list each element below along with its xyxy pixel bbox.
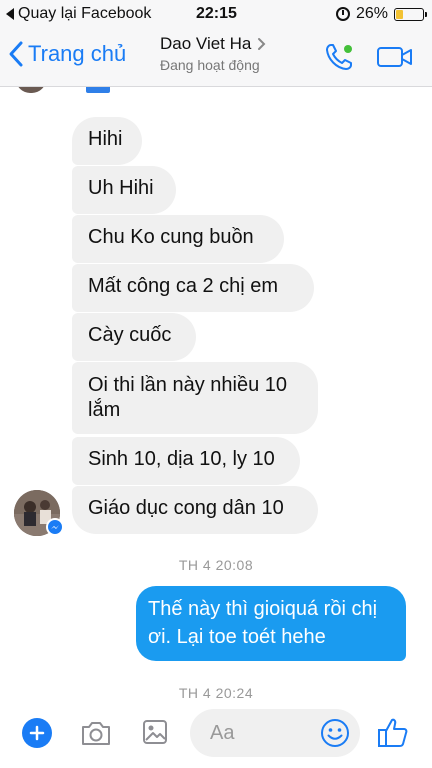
status-indicators: 26% <box>335 5 427 23</box>
chevron-right-icon <box>258 38 266 50</box>
message-bubble-incoming[interactable]: Hihi <box>72 117 142 165</box>
thumbs-up-icon[interactable] <box>376 716 410 750</box>
message-bubble-incoming[interactable]: Uh Hihi <box>72 166 176 214</box>
back-arrow-icon <box>6 8 14 20</box>
status-bar: Quay lại Facebook 22:15 26% <box>0 0 432 28</box>
alarm-icon <box>335 7 350 21</box>
timestamp: TH 4 20:08 <box>178 557 254 573</box>
message-bubble-incoming[interactable]: Sinh 10, dịa 10, ly 10 <box>72 437 300 485</box>
message-bubble-incoming[interactable]: Giáo dục cong dân 10 <box>72 486 318 534</box>
composer-bar: Aa <box>0 700 432 768</box>
message-input-placeholder: Aa <box>210 721 235 744</box>
conversation-header: Trang chủ Dao Viet Ha Đang hoạt động <box>0 28 432 87</box>
avatar-partial <box>16 87 46 93</box>
back-to-app-label: Quay lại Facebook <box>18 5 152 22</box>
message-thread[interactable]: Hihi Uh Hihi Chu Ko cung buồn Mất công c… <box>0 87 432 700</box>
back-button-label: Trang chủ <box>28 41 127 66</box>
message-bubble-incoming[interactable]: Chu Ko cung buồn <box>72 215 284 263</box>
add-button[interactable] <box>22 718 52 748</box>
message-bubble-incoming[interactable]: Mất công ca 2 chị em <box>72 264 314 312</box>
message-bubble-incoming[interactable]: Cày cuốc <box>72 313 196 361</box>
video-camera-icon[interactable] <box>376 44 414 70</box>
back-chevron-icon <box>9 41 23 67</box>
emoji-icon[interactable] <box>320 718 350 748</box>
clock: 22:15 <box>196 5 237 22</box>
back-button[interactable]: Trang chủ <box>8 40 126 68</box>
phone-icon[interactable] <box>324 42 354 72</box>
badge-partial <box>86 87 110 93</box>
battery-percent: 26% <box>355 5 388 22</box>
plus-icon <box>29 725 45 741</box>
message-bubble-outgoing[interactable]: Thế này thì gioiquá rồi chị ơi. Lại toe … <box>136 586 406 661</box>
battery-fill <box>396 9 403 19</box>
camera-icon[interactable] <box>80 719 112 747</box>
contact-name: Dao Viet Ha <box>160 34 252 53</box>
timestamp: TH 4 20:24 <box>178 685 254 700</box>
messenger-badge-icon <box>46 518 64 536</box>
contact-status: Đang hoạt động <box>160 57 260 73</box>
back-to-facebook-link[interactable]: Quay lại Facebook <box>6 5 151 23</box>
battery-icon <box>394 7 427 21</box>
contact-info[interactable]: Dao Viet Ha Đang hoạt động <box>160 34 266 73</box>
photo-icon[interactable] <box>142 718 168 746</box>
message-bubble-incoming[interactable]: Oi thi lần này nhiều 10 lắm <box>72 362 318 434</box>
